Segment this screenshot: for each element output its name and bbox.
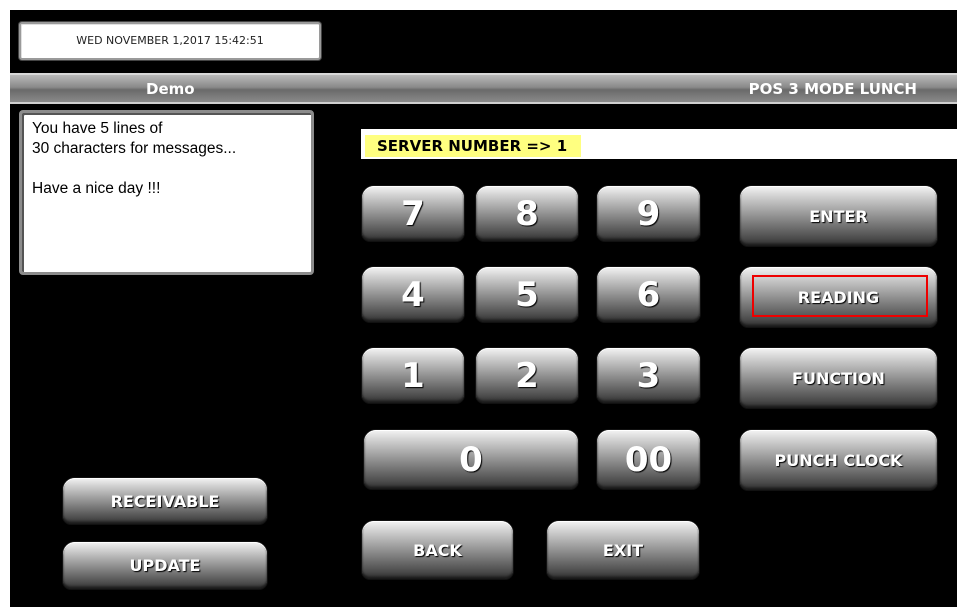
key-9[interactable]: 9 xyxy=(597,186,700,241)
message-box: You have 5 lines of 30 characters for me… xyxy=(19,110,314,275)
punch-clock-button[interactable]: PUNCH CLOCK xyxy=(740,430,937,490)
enter-button[interactable]: ENTER xyxy=(740,186,937,246)
update-button[interactable]: UPDATE xyxy=(63,542,267,589)
key-1[interactable]: 1 xyxy=(362,348,464,403)
app-frame: WED NOVEMBER 1,2017 15:42:51 Demo POS 3 … xyxy=(0,0,957,607)
function-button[interactable]: FUNCTION xyxy=(740,348,937,408)
message-line: Have a nice day !!! xyxy=(32,180,161,197)
pos-mode-label: POS 3 MODE LUNCH xyxy=(748,80,917,98)
key-3[interactable]: 3 xyxy=(597,348,700,403)
exit-button[interactable]: EXIT xyxy=(547,521,699,579)
reading-button[interactable]: READING xyxy=(740,267,937,327)
server-number-input[interactable]: SERVER NUMBER => 1 xyxy=(361,129,957,159)
key-00[interactable]: 00 xyxy=(597,430,700,489)
key-5[interactable]: 5 xyxy=(476,267,578,322)
key-6[interactable]: 6 xyxy=(597,267,700,322)
message-line: 30 characters for messages... xyxy=(32,140,237,157)
receivable-button[interactable]: RECEIVABLE xyxy=(63,478,267,524)
message-line: You have 5 lines of xyxy=(32,120,163,137)
server-number-label: SERVER NUMBER => 1 xyxy=(365,135,582,157)
key-0[interactable]: 0 xyxy=(364,430,578,489)
message-line xyxy=(32,159,311,179)
key-2[interactable]: 2 xyxy=(476,348,578,403)
key-7[interactable]: 7 xyxy=(362,186,464,241)
terminal-name: Demo xyxy=(146,80,195,98)
back-button[interactable]: BACK xyxy=(362,521,513,579)
key-8[interactable]: 8 xyxy=(476,186,578,241)
title-bar: Demo POS 3 MODE LUNCH xyxy=(10,73,957,104)
pos-screen: WED NOVEMBER 1,2017 15:42:51 Demo POS 3 … xyxy=(10,10,957,607)
key-4[interactable]: 4 xyxy=(362,267,464,322)
datetime-display: WED NOVEMBER 1,2017 15:42:51 xyxy=(19,22,321,60)
